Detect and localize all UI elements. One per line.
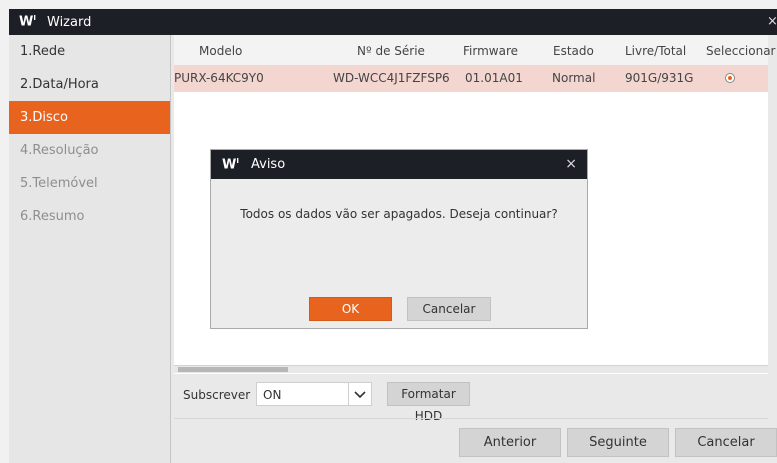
window-title: Wizard [47, 15, 92, 30]
horizontal-scrollbar[interactable] [174, 365, 768, 373]
sidebar-item-disco[interactable]: 3.Disco [9, 101, 170, 134]
title-bar: WI Wizard × [9, 9, 777, 35]
sidebar-item-resolucao: 4.Resolução [20, 143, 99, 158]
anterior-button[interactable]: Anterior [459, 428, 561, 457]
dialog-title-bar: WI Aviso × [211, 150, 587, 179]
divider [174, 418, 768, 419]
column-header-serie[interactable]: Nº de Série [357, 44, 425, 58]
format-hdd-button[interactable]: Formatar HDD [387, 382, 470, 423]
warning-dialog: WI Aviso × Todos os dados vão ser apagad… [210, 149, 588, 329]
cancelar-button[interactable]: Cancelar [675, 428, 777, 457]
sidebar-item-telemovel: 5.Telemóvel [20, 176, 98, 191]
column-header-estado[interactable]: Estado [553, 44, 594, 58]
close-icon[interactable]: × [767, 14, 777, 29]
cell-livre-total: 901G/931G [625, 71, 694, 85]
dialog-logo: WI [222, 157, 239, 173]
dialog-cancel-button[interactable]: Cancelar [407, 297, 491, 321]
column-header-firmware[interactable]: Firmware [463, 44, 518, 58]
dialog-message: Todos os dados vão ser apagados. Deseja … [240, 207, 558, 221]
scrollbar-thumb[interactable] [178, 367, 288, 372]
subscrever-value: ON [263, 388, 282, 402]
dialog-title: Aviso [251, 157, 286, 172]
subscrever-select[interactable]: ON [256, 382, 372, 406]
cell-estado: Normal [552, 71, 596, 85]
column-header-seleccionar[interactable]: Seleccionar [706, 44, 775, 58]
subscrever-label: Subscrever [183, 388, 251, 402]
seguinte-button[interactable]: Seguinte [567, 428, 669, 457]
chevron-down-icon[interactable] [348, 383, 371, 405]
table-header: Modelo Nº de Série Firmware Estado Livre… [174, 35, 775, 65]
app-logo: WI [19, 14, 36, 30]
radio-selected-icon[interactable] [725, 73, 735, 83]
cell-serie: WD-WCC4J1FZFSP6 [333, 71, 450, 85]
wizard-steps-sidebar: 1.Rede 2.Data/Hora 3.Disco 4.Resolução 5… [9, 35, 171, 463]
sidebar-item-resumo: 6.Resumo [20, 209, 85, 224]
close-icon[interactable]: × [565, 156, 577, 172]
column-header-modelo[interactable]: Modelo [199, 44, 242, 58]
column-header-livre-total[interactable]: Livre/Total [625, 44, 686, 58]
ok-button[interactable]: OK [309, 297, 392, 321]
cell-modelo: PURX-64KC9Y0 [174, 71, 264, 85]
table-row[interactable]: PURX-64KC9Y0 WD-WCC4J1FZFSP6 01.01A01 No… [174, 65, 768, 92]
sidebar-item-rede[interactable]: 1.Rede [9, 35, 170, 68]
sidebar-item-data-hora[interactable]: 2.Data/Hora [9, 68, 170, 101]
cell-firmware: 01.01A01 [465, 71, 523, 85]
